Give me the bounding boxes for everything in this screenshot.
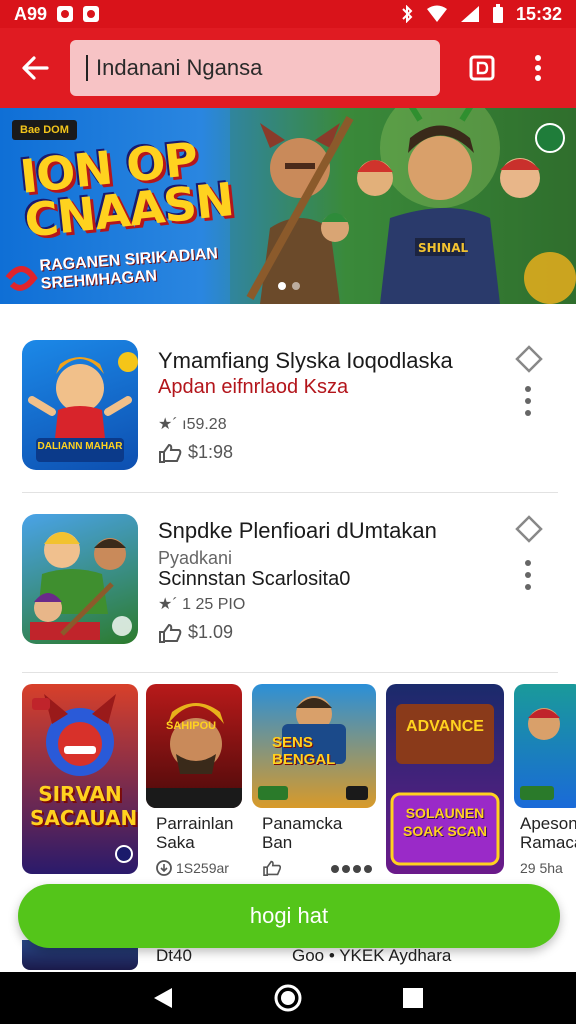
app-icon: DALIANN MAHAR — [22, 340, 138, 470]
carousel-card[interactable]: SAHIPOU — [146, 684, 242, 808]
tab-switcher-button[interactable] — [452, 28, 512, 108]
more-horiz-icon[interactable] — [330, 864, 374, 874]
card-meta-text: 1S259ar — [176, 860, 229, 876]
card-subtitle: Ramaca — [520, 833, 576, 852]
more-vert-icon — [535, 55, 541, 81]
item-more-icon[interactable] — [516, 384, 540, 418]
app-icon — [22, 514, 138, 644]
item-rating: ★´ ı59.28 — [158, 416, 227, 433]
carousel-card[interactable]: SENS BENGAL — [252, 684, 376, 808]
carousel-card[interactable]: SIRVAN SACAUANIAS — [22, 684, 138, 874]
banner-artwork: SHINAL — [230, 108, 576, 304]
app-bar: Indanani Ngansa — [0, 28, 576, 108]
nav-back-icon — [153, 988, 172, 1008]
overflow-menu-button[interactable] — [520, 28, 556, 108]
wishlist-icon[interactable] — [514, 514, 544, 544]
item-price: $1:98 — [188, 442, 234, 462]
item-rating: ★´ 1 25 PIO — [158, 596, 246, 613]
card-art-text: SENS BENGAL — [272, 734, 336, 768]
thumbs-up-icon — [263, 860, 282, 876]
item-subtitle: Scinnstan Scarlosita0 — [158, 568, 351, 590]
arrow-back-icon — [22, 56, 49, 80]
banner-shirt-text: SHINAL — [418, 241, 468, 255]
banner-subtitle: RAGANEN SIRIKADIAN SREHMHAGAN — [39, 245, 219, 293]
signal-icon — [460, 6, 479, 22]
nav-home-button[interactable] — [268, 978, 308, 1018]
item-title: Snpdke Plenfioari dUmtakan — [158, 518, 437, 543]
status-time: 15:32 — [515, 3, 562, 24]
card-art — [32, 694, 133, 863]
pagination-dot-active — [278, 282, 286, 290]
promo-banner[interactable]: SHINAL Bae DOM ION OP CNAASN RAGANEN SIR… — [0, 108, 576, 304]
item-title: Ymamfiang Slyska Ioqodlaska — [158, 348, 453, 373]
search-value: Indanani Ngansa — [96, 55, 263, 80]
bluetooth-icon — [402, 5, 413, 23]
app-notification-icon — [83, 6, 100, 22]
divider — [22, 492, 558, 493]
carousel-card[interactable] — [514, 684, 576, 808]
nav-recents-button[interactable] — [393, 978, 433, 1018]
card-subtitle: Ban — [262, 833, 293, 852]
card-art — [146, 703, 242, 808]
card-art — [390, 704, 500, 866]
partial-row-text-right: Goo • YKEK Aydhara — [292, 946, 452, 965]
card-art-text: SIRVAN SACAUANIAS — [30, 782, 138, 830]
card-art — [520, 708, 560, 800]
banner-title: ION OP CNAASN — [17, 132, 235, 248]
list-item[interactable]: DALIANN MAHAR Ymamfiang Slyska Ioqodlask… — [0, 330, 576, 500]
card-art-text-secondary: SOLAUNEN SOAK SCAN — [402, 805, 487, 839]
card-title: Apeson — [520, 814, 576, 833]
banner-pagination — [278, 282, 300, 290]
list-item[interactable]: Snpdke Plenfioari dUmtakan Pyadkani Scin… — [0, 502, 576, 672]
item-developer: Apdan eifnrlaod Ksza — [158, 376, 349, 398]
notification-icon — [57, 6, 74, 22]
download-icon — [156, 860, 172, 876]
cta-button[interactable]: hogi hat — [18, 884, 560, 948]
status-text: A99 — [14, 3, 48, 24]
screen: A99 15:32 Indanani Ngansa SHINAL Bae DOM… — [0, 0, 576, 1024]
tabs-icon — [469, 55, 495, 81]
nav-back-button[interactable] — [143, 978, 183, 1018]
card-art-text: SAHIPOU — [166, 720, 217, 732]
partial-row-text: Dt40 — [156, 946, 192, 965]
status-right: 15:32 — [400, 4, 562, 25]
thumbs-up-icon — [159, 623, 182, 643]
item-developer: Pyadkani — [158, 548, 233, 568]
system-nav-bar — [0, 972, 576, 1024]
divider — [22, 672, 558, 673]
card-label: Panamcka Ban — [262, 814, 342, 852]
item-price: $1.09 — [188, 622, 234, 642]
card-label: Apeson Ramaca — [520, 814, 576, 852]
app-icon-caption: DALIANN MAHAR — [37, 441, 123, 452]
item-price-row: $1:98 — [158, 442, 233, 463]
card-art-text: ADVANCE — [406, 718, 484, 735]
game-carousel: SIRVAN SACAUANIAS SAHIPOU Parrainlan Sak… — [0, 684, 576, 884]
banner-tag: Bae DOM — [12, 120, 77, 140]
carousel-card[interactable]: ADVANCE SOLAUNEN SOAK SCAN — [386, 684, 504, 874]
card-title: Parrainlan — [156, 814, 234, 833]
card-meta: 1S259ar — [156, 860, 229, 876]
card-subtitle: Saka — [156, 833, 195, 852]
card-title: Panamcka — [262, 814, 343, 833]
item-price-row: $1.09 — [158, 622, 233, 643]
nav-home-icon — [274, 984, 302, 1012]
item-more-icon[interactable] — [516, 558, 540, 592]
status-bar: A99 15:32 — [0, 0, 576, 28]
card-label: Parrainlan Saka — [156, 814, 234, 852]
search-input[interactable]: Indanani Ngansa — [70, 40, 440, 96]
wishlist-icon[interactable] — [514, 344, 544, 374]
card-meta-text: 29 5ha — [520, 860, 563, 876]
battery-icon — [492, 4, 503, 23]
card-meta — [262, 860, 282, 876]
app-icon-art — [30, 532, 132, 640]
back-button[interactable] — [0, 28, 70, 108]
wifi-icon — [426, 5, 447, 22]
banner-swirl-icon — [5, 266, 38, 291]
card-meta: 29 5ha — [520, 860, 563, 876]
pagination-dot — [292, 282, 300, 290]
status-left: A99 — [14, 3, 100, 25]
text-cursor — [86, 55, 88, 81]
thumbs-up-icon — [159, 443, 182, 463]
nav-recents-icon — [403, 988, 424, 1008]
